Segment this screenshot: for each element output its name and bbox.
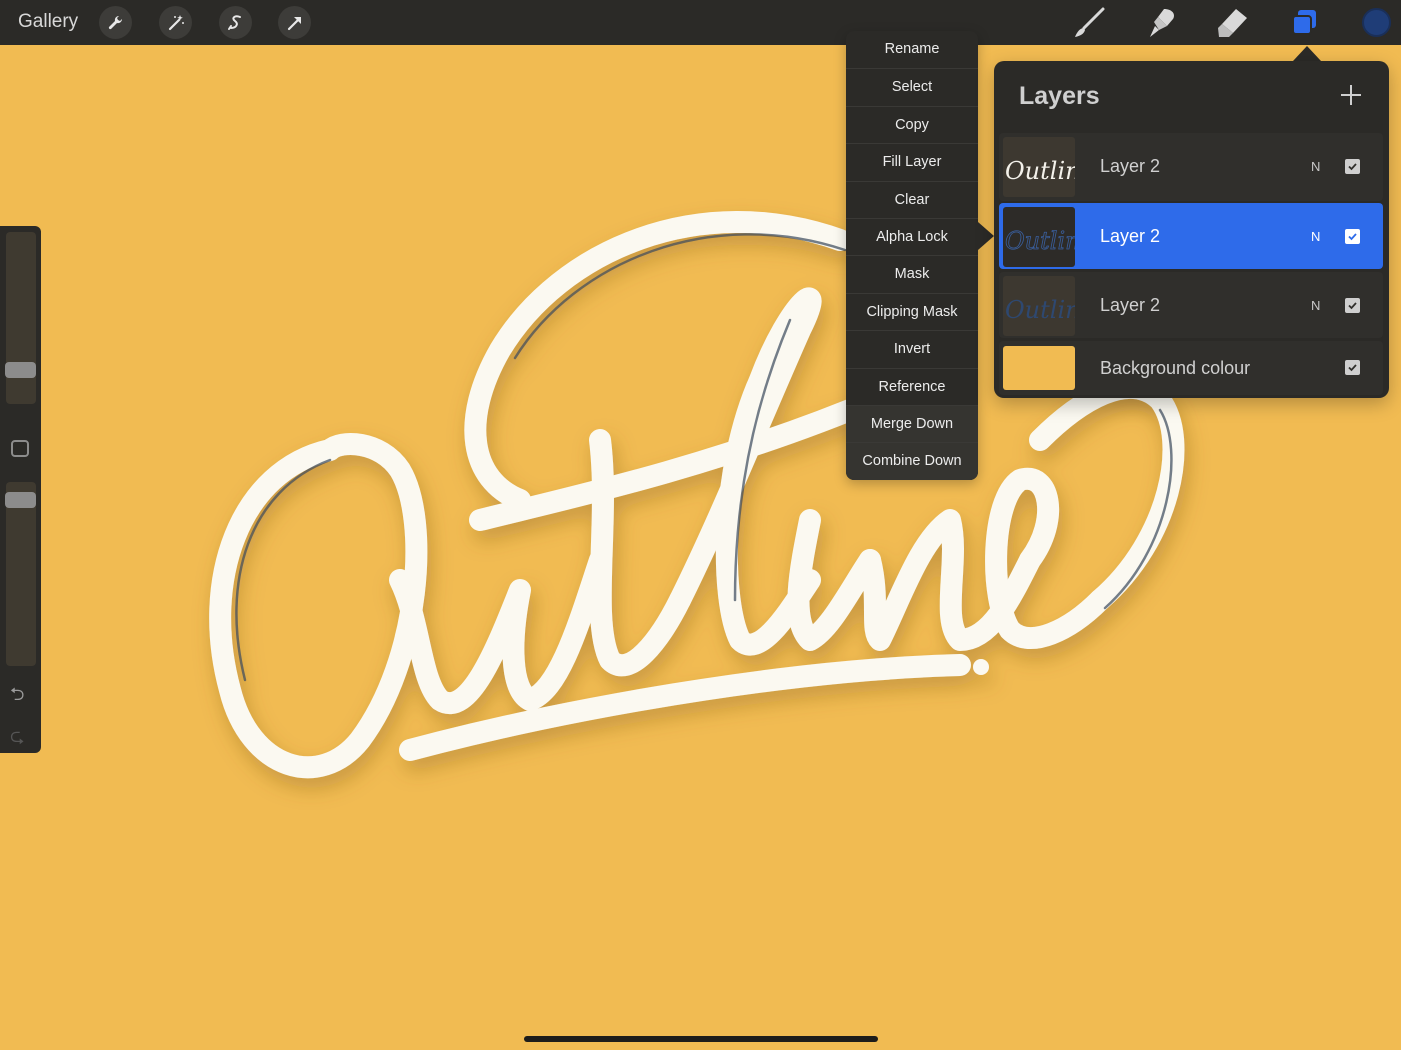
opacity-thumb[interactable] [5,492,36,508]
selection-icon[interactable] [219,6,252,39]
menu-item-mask[interactable]: Mask [846,255,978,292]
layer-row[interactable]: Outline Layer 2 N [999,272,1383,338]
layers-panel: Layers Outline Layer 2 N Outline Layer 2… [994,61,1389,398]
layer-thumbnail: Outline [1003,276,1075,336]
modify-button[interactable] [11,440,29,457]
menu-item-alpha-lock[interactable]: Alpha Lock [846,217,978,255]
redo-icon[interactable]: ⮎ [10,724,24,754]
top-toolbar: Gallery [0,0,1401,45]
layer-name: Layer 2 [1100,156,1161,176]
visibility-checkbox[interactable] [1345,360,1360,375]
menu-item-invert[interactable]: Invert [846,330,978,367]
add-layer-icon[interactable] [1337,81,1365,109]
layer-name: Layer 2 [1100,226,1161,246]
transform-arrow-icon[interactable] [278,6,311,39]
svg-text:Outline: Outline [1005,296,1075,324]
background-colour-swatch[interactable] [1003,346,1075,390]
svg-text:Outline: Outline [1005,157,1075,185]
wrench-icon[interactable] [99,6,132,39]
menu-item-combine-down[interactable]: Combine Down [846,442,978,480]
layer-thumbnail: Outline [1003,137,1075,197]
visibility-checkbox[interactable] [1345,229,1360,244]
menu-item-reference[interactable]: Reference [846,367,978,405]
undo-icon[interactable]: ⮌ [10,682,24,712]
blend-mode-label[interactable]: N [1311,298,1320,313]
layers-icon[interactable] [1288,6,1322,40]
smudge-icon[interactable] [1144,6,1178,40]
background-colour-layer[interactable]: Background colour [999,341,1383,395]
menu-pointer [978,222,994,250]
blend-mode-label[interactable]: N [1311,159,1320,174]
menu-item-merge-down[interactable]: Merge Down [846,404,978,443]
menu-item-clear[interactable]: Clear [846,180,978,218]
brush-size-slider[interactable] [6,232,36,404]
opacity-slider[interactable] [6,482,36,666]
blend-mode-label[interactable]: N [1311,229,1320,244]
layers-title: Layers [1019,82,1100,110]
magic-wand-icon[interactable] [159,6,192,39]
menu-item-select[interactable]: Select [846,68,978,105]
menu-item-fill-layer[interactable]: Fill Layer [846,143,978,180]
menu-item-rename[interactable]: Rename [846,31,978,68]
brush-size-thumb[interactable] [5,362,36,378]
layer-row[interactable]: Outline Layer 2 N [999,133,1383,201]
layer-thumbnail: Outline [1003,207,1075,267]
brush-icon[interactable] [1072,6,1106,40]
home-indicator [524,1036,878,1042]
left-sidebar: ⮌ ⮎ [0,226,41,753]
visibility-checkbox[interactable] [1345,159,1360,174]
layer-options-menu: Rename Select Copy Fill Layer Clear Alph… [846,31,978,480]
layer-row-selected[interactable]: Outline Layer 2 N [999,203,1383,269]
panel-pointer [1293,46,1321,61]
color-swatch[interactable] [1362,8,1391,37]
layer-name: Layer 2 [1100,295,1161,315]
layer-name: Background colour [1100,358,1251,378]
menu-item-copy[interactable]: Copy [846,105,978,143]
eraser-icon[interactable] [1216,6,1250,40]
visibility-checkbox[interactable] [1345,298,1360,313]
gallery-button[interactable]: Gallery [18,11,78,33]
menu-item-clipping-mask[interactable]: Clipping Mask [846,292,978,330]
svg-text:Outline: Outline [1005,227,1075,255]
